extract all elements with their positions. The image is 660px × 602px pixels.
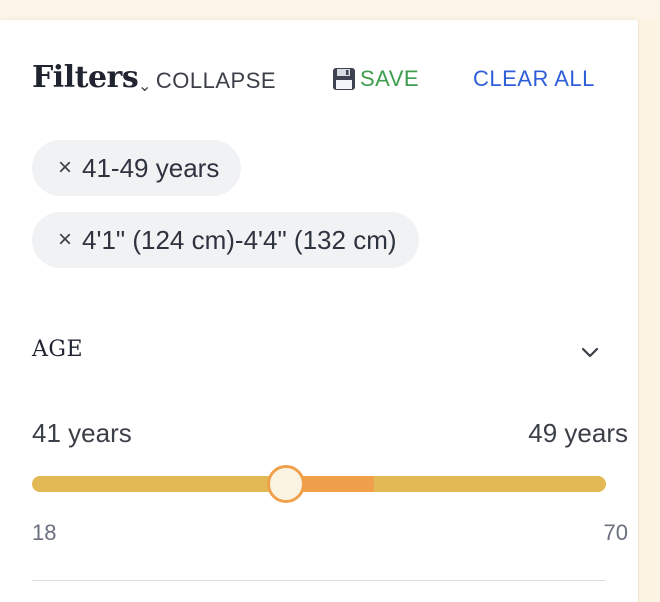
collapse-button[interactable]: ⌄ COLLAPSE	[138, 66, 276, 96]
clear-all-button[interactable]: CLEAR ALL	[473, 66, 595, 92]
top-background-strip	[0, 0, 660, 20]
age-section-title: AGE	[32, 337, 84, 362]
age-selected-max: 49 years	[528, 418, 628, 448]
chevron-down-icon: ⌄	[138, 78, 152, 95]
age-scale-max: 70	[603, 520, 628, 545]
slider-thumb[interactable]	[266, 465, 305, 503]
chip-label: 4'1" (124 cm)-4'4" (132 cm)	[82, 224, 397, 255]
close-icon[interactable]: ×	[58, 154, 72, 182]
filters-title: Filters	[32, 60, 139, 95]
active-filter-chip-age[interactable]: × 41-49 years	[32, 140, 242, 196]
panel-right-edge	[638, 20, 660, 602]
save-label: SAVE	[360, 66, 420, 91]
section-divider	[32, 580, 606, 581]
filters-panel	[0, 20, 638, 602]
save-button[interactable]: SAVE	[332, 66, 419, 92]
collapse-label: COLLAPSE	[155, 68, 277, 93]
chip-label: 41-49 years	[82, 152, 220, 183]
age-selected-min: 41 years	[32, 418, 132, 448]
floppy-disk-icon	[333, 68, 355, 90]
chevron-down-icon[interactable]	[578, 340, 602, 364]
age-range-slider[interactable]	[32, 465, 606, 503]
age-scale-min: 18	[32, 520, 57, 545]
active-filter-chip-height[interactable]: × 4'1" (124 cm)-4'4" (132 cm)	[32, 212, 419, 268]
close-icon[interactable]: ×	[58, 226, 72, 254]
